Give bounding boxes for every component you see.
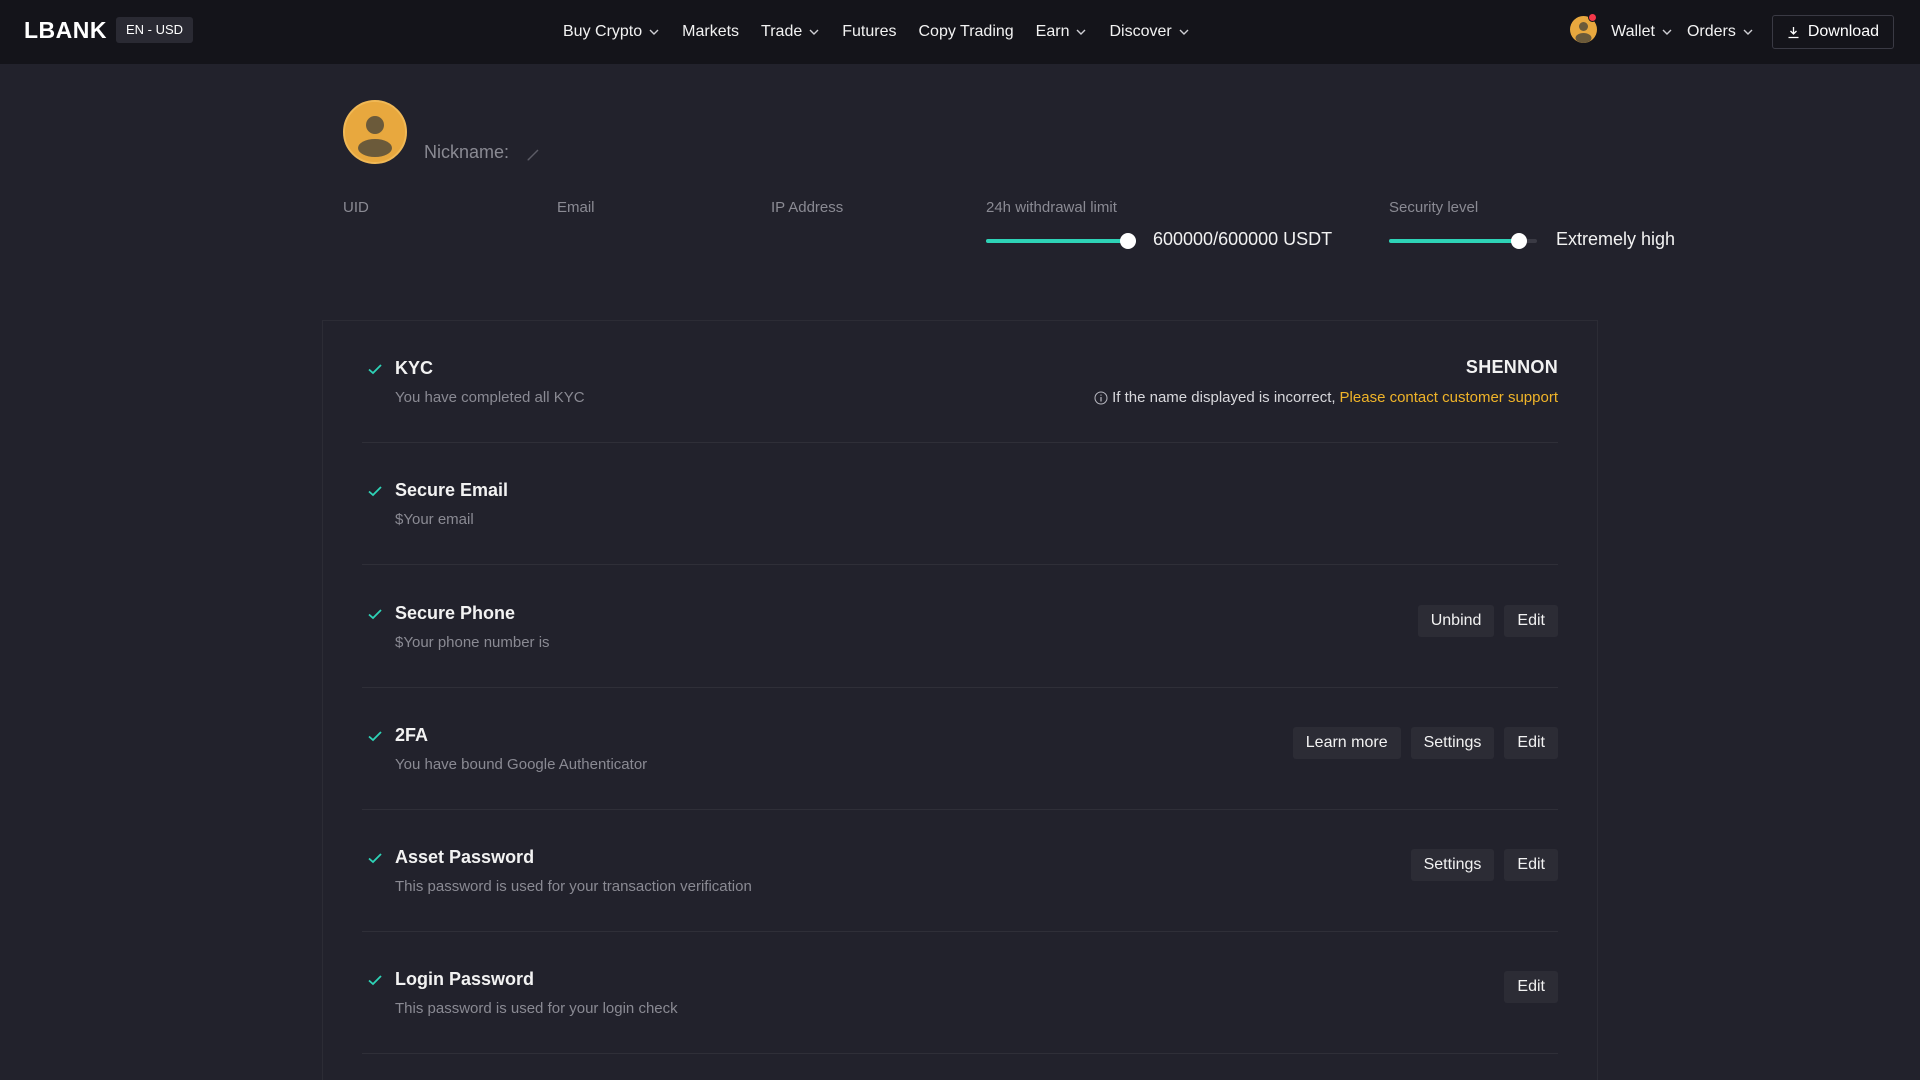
asset-password-title: Asset Password (395, 847, 535, 867)
download-icon (1788, 26, 1799, 38)
security-level-fill (1389, 239, 1519, 243)
nav-markets[interactable]: Markets (682, 23, 739, 41)
nav-wallet-label: Wallet (1611, 23, 1655, 40)
withdrawal-limit-bar (986, 233, 1136, 249)
check-icon (368, 975, 382, 986)
kyc-name-note: If the name displayed is incorrect, Plea… (1094, 389, 1558, 406)
check-icon (368, 609, 382, 620)
language-currency-selector[interactable]: EN - USD (116, 17, 194, 43)
nav-right-group: Wallet Orders Download (1570, 0, 1894, 64)
nav-wallet[interactable]: Wallet (1611, 23, 1673, 41)
withdrawal-limit-value: 600000/600000 USDT (1153, 229, 1333, 249)
ip-address-label: IP Address (771, 199, 844, 216)
security-level-bar (1389, 233, 1537, 249)
withdrawal-limit-knob (1120, 233, 1136, 249)
secure-email-row: Secure Email $Your email (362, 443, 1558, 565)
kyc-note-text: If the name displayed is incorrect, (1112, 389, 1336, 406)
unbind-phone-button[interactable]: Unbind (1417, 605, 1495, 637)
kyc-title: KYC (395, 358, 434, 378)
kyc-row: KYC You have completed all KYC SHENNON I… (362, 321, 1558, 443)
asset-password-settings-button[interactable]: Settings (1410, 849, 1495, 881)
withdrawal-limit-label: 24h withdrawal limit (986, 199, 1117, 216)
twofa-edit-button[interactable]: Edit (1504, 727, 1558, 759)
nickname-field: Nickname: (424, 141, 541, 163)
login-password-title: Login Password (395, 969, 535, 989)
edit-phone-button[interactable]: Edit (1504, 605, 1558, 637)
asset-password-row: Asset Password This password is used for… (362, 810, 1558, 932)
download-label: Download (1807, 23, 1879, 40)
pencil-edit-icon[interactable] (525, 147, 541, 163)
check-icon (368, 853, 382, 864)
kyc-verified-name: SHENNON (1465, 357, 1558, 377)
nav-futures[interactable]: Futures (842, 23, 896, 41)
email-label: Email (557, 199, 595, 216)
twofa-actions: Learn more Settings Edit (1292, 727, 1558, 759)
nav-trade[interactable]: Trade (761, 23, 820, 41)
secure-phone-actions: Unbind Edit (1417, 605, 1558, 637)
main-nav: Buy Crypto Markets Trade Futures Copy Tr… (563, 0, 1190, 64)
security-level-knob (1511, 233, 1527, 249)
twofa-desc: You have bound Google Authenticator (395, 756, 648, 773)
chevron-down-icon (1076, 29, 1086, 35)
nav-discover-label: Discover (1109, 23, 1172, 40)
nav-orders-label: Orders (1686, 23, 1736, 40)
nav-copy-trading[interactable]: Copy Trading (919, 23, 1014, 41)
chevron-down-icon (809, 29, 819, 35)
twofa-learn-more-button[interactable]: Learn more (1292, 727, 1401, 759)
info-icon (1094, 391, 1108, 404)
nav-earn-label: Earn (1035, 23, 1070, 40)
withdrawal-limit-fill (986, 239, 1136, 243)
chevron-down-icon (1743, 29, 1753, 35)
nav-discover[interactable]: Discover (1109, 23, 1189, 41)
check-icon (368, 486, 382, 497)
chevron-down-icon (1179, 29, 1189, 35)
asset-password-actions: Settings Edit (1410, 849, 1558, 881)
profile-avatar[interactable] (343, 100, 407, 164)
nickname-label: Nickname: (424, 141, 510, 162)
user-avatar-icon (345, 102, 405, 162)
nav-copy-trading-label: Copy Trading (918, 23, 1014, 40)
nav-earn[interactable]: Earn (1036, 23, 1088, 41)
uid-label: UID (343, 199, 369, 216)
secure-phone-title: Secure Phone (395, 603, 516, 623)
notification-dot (1588, 13, 1598, 22)
twofa-title: 2FA (395, 725, 429, 745)
secure-email-title: Secure Email (395, 480, 509, 500)
download-button[interactable]: Download (1771, 15, 1894, 49)
twofa-row: 2FA You have bound Google Authenticator … (362, 688, 1558, 810)
chevron-down-icon (649, 29, 659, 35)
security-level-label: Security level (1389, 199, 1479, 216)
kyc-desc: You have completed all KYC (395, 389, 585, 406)
asset-password-edit-button[interactable]: Edit (1504, 849, 1558, 881)
contact-support-link[interactable]: Please contact customer support (1340, 389, 1558, 406)
secure-phone-row: Secure Phone $Your phone number is Unbin… (362, 566, 1558, 688)
nav-futures-label: Futures (842, 23, 897, 40)
nav-buy-crypto[interactable]: Buy Crypto (563, 23, 660, 41)
nav-orders[interactable]: Orders (1687, 23, 1754, 41)
check-icon (368, 731, 382, 742)
asset-password-desc: This password is used for your transacti… (395, 878, 752, 895)
secure-email-desc: $Your email (395, 511, 474, 528)
login-password-desc: This password is used for your login che… (395, 1000, 678, 1017)
twofa-settings-button[interactable]: Settings (1410, 727, 1495, 759)
nav-buy-crypto-label: Buy Crypto (563, 23, 643, 40)
user-avatar-button[interactable] (1570, 13, 1598, 48)
nav-trade-label: Trade (761, 23, 803, 40)
chevron-down-icon (1662, 29, 1672, 35)
nav-markets-label: Markets (682, 23, 740, 40)
check-icon (368, 364, 382, 375)
lbank-logo[interactable]: LBANK (24, 17, 107, 44)
secure-phone-desc: $Your phone number is (395, 634, 550, 651)
top-navbar: LBANK EN - USD Buy Crypto Markets Trade … (0, 0, 1920, 64)
login-password-row: Login Password This password is used for… (362, 932, 1558, 1054)
login-password-edit-button[interactable]: Edit (1504, 971, 1558, 1003)
security-level-value: Extremely high (1556, 229, 1676, 249)
login-password-actions: Edit (1504, 971, 1558, 1003)
